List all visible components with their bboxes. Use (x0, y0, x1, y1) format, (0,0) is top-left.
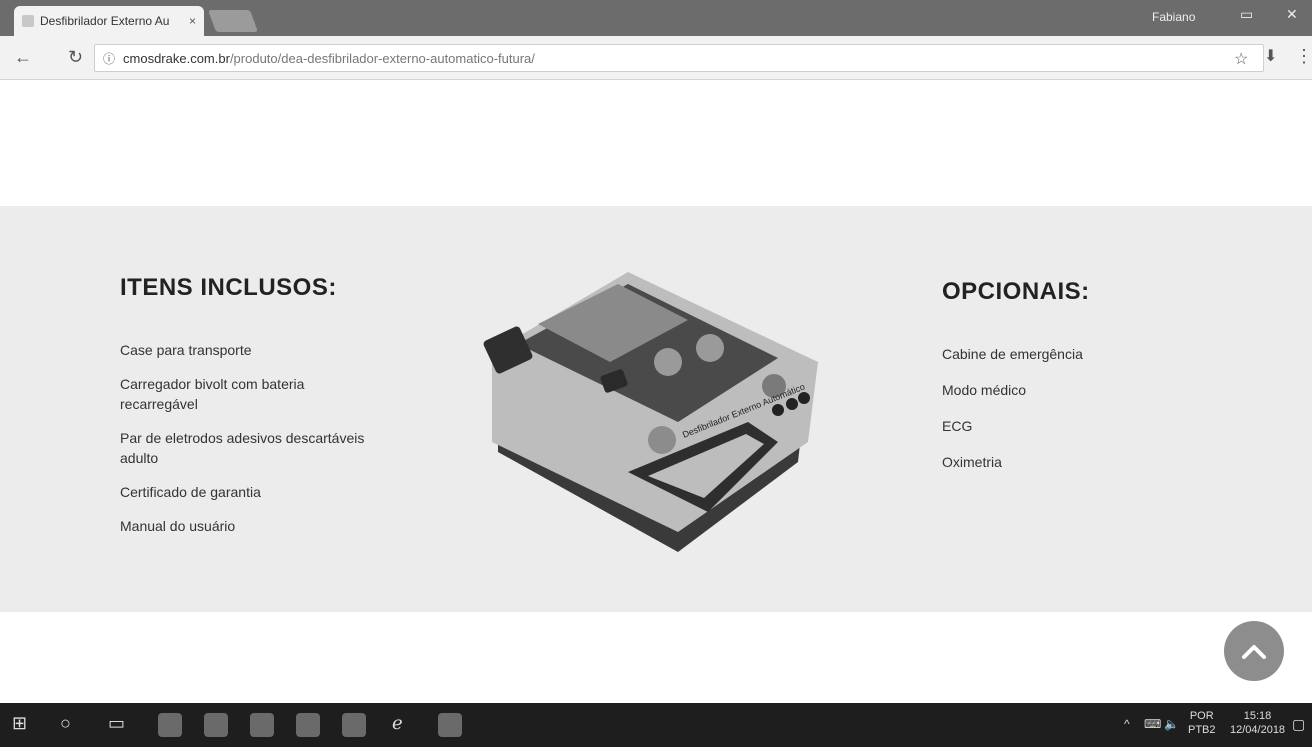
taskbar: ⊞ ○ ▭ ℯ ^ ⌨ 🔈 POR PTB2 15:18 12/04/2018 … (0, 703, 1312, 747)
bookmark-star-icon[interactable]: ☆ (1234, 49, 1248, 69)
back-arrow-icon[interactable]: ← (14, 47, 32, 68)
file-explorer-icon[interactable] (250, 713, 274, 737)
new-tab-button[interactable] (207, 10, 259, 32)
clock-time: 15:18 (1243, 710, 1272, 722)
browser-titlebar: Desfibrilador Externo Au × Fabiano ▭ ✕ (0, 0, 1312, 36)
network-icon[interactable]: ⌨ (1144, 717, 1161, 731)
reload-icon[interactable]: ↻ (68, 47, 83, 68)
scroll-to-top-button[interactable] (1224, 621, 1284, 681)
download-icon[interactable]: ⬇ (1264, 46, 1277, 66)
included-item: Certificado de garantia (120, 484, 261, 500)
optional-items-column: OPCIONAIS: Cabine de emergência Modo méd… (942, 278, 1202, 488)
page-content: ITENS INCLUSOS: Case para transporte Car… (0, 80, 1312, 703)
windows-start-icon[interactable]: ⊞ (12, 713, 27, 734)
edge-app-icon[interactable] (158, 713, 182, 737)
optional-item: Cabine de emergência (942, 346, 1083, 362)
menu-dots-icon[interactable]: ⋮ (1295, 46, 1312, 67)
tray-chevron-icon[interactable]: ^ (1124, 717, 1130, 731)
calendar-app-icon[interactable] (438, 713, 462, 737)
tab-close-icon[interactable]: × (189, 14, 196, 28)
optional-item: Oximetria (942, 454, 1002, 470)
chevron-up-icon (1242, 645, 1266, 659)
clock[interactable]: 15:18 12/04/2018 (1230, 709, 1285, 737)
address-bar[interactable]: ⓘ cmosdrake.com.br/produto/dea-desfibril… (94, 44, 1264, 72)
included-item: Manual do usuário (120, 518, 236, 534)
chrome-app-icon[interactable] (204, 713, 228, 737)
profile-name[interactable]: Fabiano (1152, 10, 1195, 24)
included-item: Par de eletrodos adesivos descartáveis a… (120, 430, 365, 466)
tab-title: Desfibrilador Externo Au (40, 14, 170, 28)
language-bottom: PTB2 (1188, 724, 1216, 736)
clock-date: 12/04/2018 (1230, 724, 1286, 736)
restore-window-icon[interactable]: ▭ (1240, 6, 1253, 23)
volume-icon[interactable]: 🔈 (1164, 717, 1179, 731)
optional-item: ECG (942, 418, 973, 434)
included-title: ITENS INCLUSOS: (120, 274, 337, 301)
language-top: POR (1189, 710, 1214, 722)
optional-list: Cabine de emergência Modo médico ECG Oxi… (942, 344, 1202, 472)
skype-app-icon[interactable] (342, 713, 366, 737)
items-section: ITENS INCLUSOS: Case para transporte Car… (0, 206, 1312, 612)
browser-tab[interactable]: Desfibrilador Externo Au × (14, 6, 204, 36)
included-list: Case para transporte Carregador bivolt c… (120, 340, 370, 536)
defibrillator-image: Desfibrilador Externo Automático (483, 272, 818, 552)
close-window-icon[interactable]: ✕ (1286, 6, 1298, 23)
url-host: cmosdrake.com.br (123, 50, 230, 66)
language-indicator[interactable]: POR PTB2 (1188, 709, 1216, 737)
favicon-icon (22, 15, 34, 27)
optional-title: OPCIONAIS: (942, 278, 1090, 305)
optional-item: Modo médico (942, 382, 1027, 398)
info-icon[interactable]: ⓘ (103, 50, 115, 67)
search-circle-icon[interactable]: ○ (60, 713, 71, 734)
included-items-column: ITENS INCLUSOS: Case para transporte Car… (120, 274, 370, 550)
included-item: Carregador bivolt com bateria recarregáv… (120, 376, 305, 412)
included-item: Case para transporte (120, 342, 252, 358)
url-path: /produto/dea-desfibrilador-externo-autom… (229, 50, 535, 66)
task-view-icon[interactable]: ▭ (108, 713, 125, 734)
notifications-icon[interactable]: ▢ (1292, 717, 1305, 731)
store-app-icon[interactable] (296, 713, 320, 737)
browser-toolbar: ← ↻ ⓘ cmosdrake.com.br/produto/dea-desfi… (0, 36, 1312, 80)
ie-app-icon[interactable]: ℯ (392, 713, 403, 734)
